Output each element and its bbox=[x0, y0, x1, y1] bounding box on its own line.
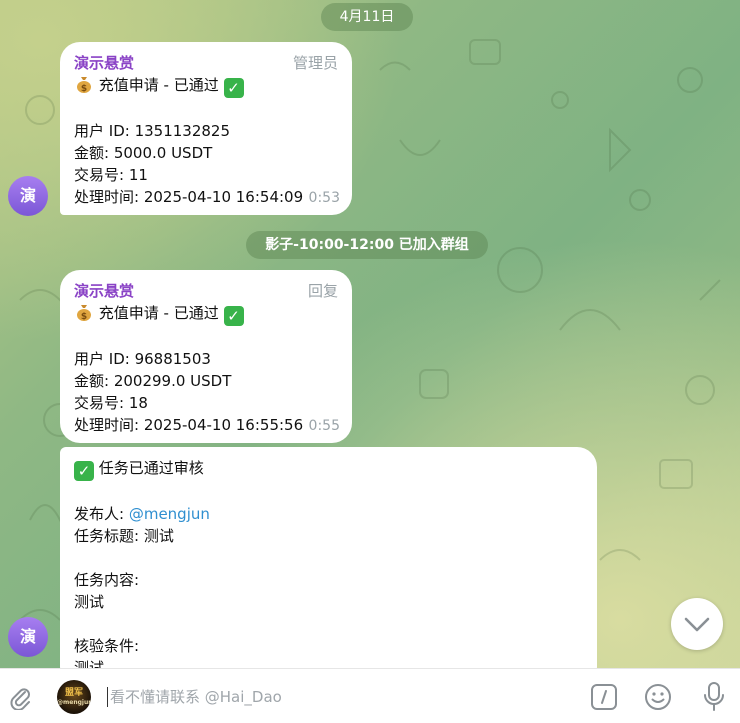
svg-text:$: $ bbox=[81, 84, 87, 94]
message-title: 任务已通过审核 bbox=[98, 459, 204, 477]
message-bubble[interactable]: 演示悬赏 回复 $ 充值申请 - 已通过 ✓ 用户 ID: 96881503 金… bbox=[60, 270, 352, 443]
processed-time: 处理时间: 2025-04-10 16:54:09 bbox=[74, 188, 304, 206]
check-mark-icon: ✓ bbox=[74, 461, 94, 481]
processed-time: 处理时间: 2025-04-10 16:55:56 bbox=[74, 416, 304, 434]
avatar[interactable]: 演 bbox=[8, 176, 48, 216]
bot-avatar-text: 盟军 bbox=[64, 688, 83, 698]
message-title-line: $ 充值申请 - 已通过 ✓ bbox=[74, 74, 338, 98]
avatar[interactable]: 演 bbox=[8, 617, 48, 657]
money-bag-icon: $ bbox=[77, 77, 91, 94]
verify-label: 核验条件: bbox=[74, 637, 140, 655]
user-id: 用户 ID: 1351132825 bbox=[74, 122, 230, 140]
task-content-label: 任务内容: bbox=[74, 571, 140, 589]
message-composer: 盟军 @mengjun 看不懂请联系 @Hai_Dao bbox=[0, 668, 740, 723]
text-caret bbox=[107, 687, 108, 707]
command-icon[interactable] bbox=[590, 683, 618, 711]
message-title-line: $ 充值申请 - 已通过 ✓ bbox=[74, 302, 338, 326]
task-title: 任务标题: 测试 bbox=[74, 527, 174, 545]
chevron-down-icon bbox=[684, 617, 710, 632]
admin-badge: 管理员 bbox=[292, 54, 338, 72]
check-mark-icon: ✓ bbox=[223, 306, 244, 326]
message-title: 充值申请 - 已通过 bbox=[98, 304, 219, 322]
amount: 金额: 5000.0 USDT bbox=[74, 144, 213, 162]
message-input[interactable]: 看不懂请联系 @Hai_Dao bbox=[110, 686, 282, 707]
message-time: 0:55 bbox=[308, 418, 340, 434]
service-message: 影子-10:00-12:00 已加入群组 bbox=[246, 231, 488, 259]
microphone-icon[interactable] bbox=[702, 681, 726, 713]
scroll-to-bottom-button[interactable] bbox=[671, 598, 723, 650]
message-time: 0:53 bbox=[308, 190, 340, 206]
task-content: 测试 bbox=[74, 593, 105, 611]
publisher-line: 发布人: @mengjun bbox=[74, 503, 583, 525]
transaction-number: 交易号: 11 bbox=[74, 166, 148, 184]
reply-label: 回复 bbox=[307, 282, 338, 300]
bot-avatar-subtext: @mengjun bbox=[57, 699, 91, 706]
date-separator: 4月11日 bbox=[321, 3, 413, 31]
message-bubble[interactable]: 演示悬赏 管理员 $ 充值申请 - 已通过 ✓ 用户 ID: 135113282… bbox=[60, 42, 352, 215]
bot-avatar[interactable]: 盟军 @mengjun bbox=[57, 680, 91, 714]
publisher-mention-link[interactable]: @mengjun bbox=[129, 505, 210, 523]
user-id: 用户 ID: 96881503 bbox=[74, 350, 211, 368]
sender-name[interactable]: 演示悬赏 bbox=[74, 280, 338, 302]
amount: 金额: 200299.0 USDT bbox=[74, 372, 232, 390]
emoji-icon[interactable] bbox=[644, 683, 672, 711]
publisher-label: 发布人: bbox=[74, 505, 129, 523]
check-mark-icon: ✓ bbox=[223, 78, 244, 98]
svg-text:$: $ bbox=[81, 312, 87, 322]
message-bubble[interactable]: ✓ 任务已通过审核 发布人: @mengjun 任务标题: 测试 任务内容: 测… bbox=[60, 447, 597, 687]
message-title: 充值申请 - 已通过 bbox=[98, 76, 219, 94]
message-title-line: ✓ 任务已通过审核 bbox=[74, 457, 583, 481]
attach-icon[interactable] bbox=[8, 684, 32, 710]
money-bag-icon: $ bbox=[77, 305, 91, 322]
transaction-number: 交易号: 18 bbox=[74, 394, 148, 412]
